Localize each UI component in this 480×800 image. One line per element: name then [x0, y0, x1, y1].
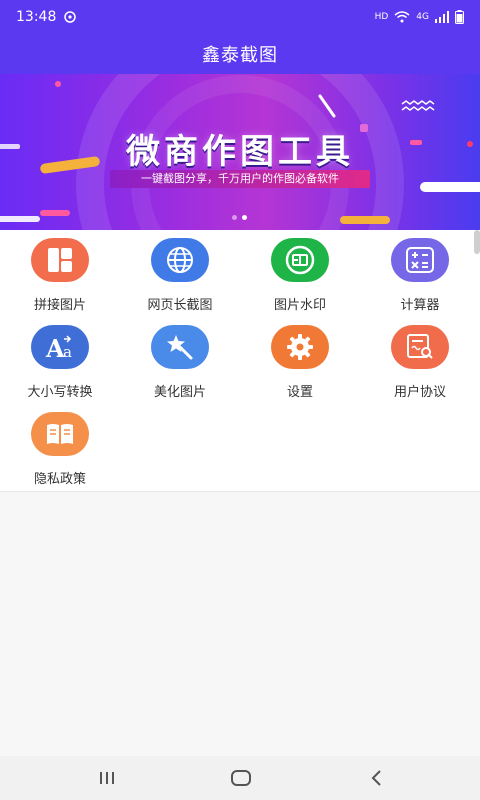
banner-dot [232, 215, 237, 220]
grid-label: 计算器 [400, 298, 440, 313]
back-icon [371, 770, 381, 786]
grid-item-settings[interactable]: 设置 [240, 317, 360, 403]
grid-item-beautify[interactable]: 美化图片 [120, 317, 240, 403]
status-bar: 13:48 HD 4G [0, 0, 480, 34]
home-button[interactable] [226, 766, 256, 790]
system-nav-bar [0, 756, 480, 800]
grid-label: 美化图片 [153, 385, 206, 400]
battery-icon [455, 10, 464, 24]
open-book-icon [31, 412, 89, 456]
grid-label: 用户协议 [393, 385, 446, 400]
calculator-icon [391, 238, 449, 282]
hd-badge: HD [374, 12, 389, 22]
back-button[interactable] [362, 766, 392, 790]
sync-icon [64, 11, 77, 23]
banner-dot-active [242, 215, 247, 220]
signal-icon [435, 11, 449, 23]
home-icon [231, 770, 251, 786]
gear-icon [271, 325, 329, 369]
watermark-badge-icon [271, 238, 329, 282]
grid-item-privacy-policy[interactable]: 隐私政策 [0, 404, 120, 490]
grid-label: 设置 [286, 385, 313, 400]
grid-item-user-agreement[interactable]: 用户协议 [360, 317, 480, 403]
puzzle-grid-icon [31, 238, 89, 282]
recents-icon [100, 772, 114, 784]
wifi-icon [394, 11, 410, 23]
grid-label: 网页长截图 [147, 298, 213, 313]
grid-item-stitch[interactable]: 拼接图片 [0, 230, 120, 316]
recents-button[interactable] [92, 766, 122, 790]
globe-icon [151, 238, 209, 282]
app-header: 鑫泰截图 [0, 34, 480, 74]
status-time: 13:48 [16, 9, 57, 25]
grid-label: 拼接图片 [33, 298, 86, 313]
page-title: 鑫泰截图 [202, 45, 278, 66]
grid-item-watermark[interactable]: 图片水印 [240, 230, 360, 316]
banner-carousel[interactable]: 微商作图工具 一键截图分享，千万用户的作图必备软件 [0, 74, 480, 230]
grid-label: 隐私政策 [33, 472, 86, 487]
document-search-icon [391, 325, 449, 369]
banner-subtitle: 一键截图分享，千万用户的作图必备软件 [110, 170, 370, 188]
case-convert-icon: Aa [31, 325, 89, 369]
banner-title: 微商作图工具 [126, 132, 354, 172]
grid-item-calculator[interactable]: 计算器 [360, 230, 480, 316]
svg-text:A: A [45, 334, 65, 361]
status-icons: HD 4G [375, 10, 464, 24]
grid-label: 图片水印 [273, 298, 326, 313]
banner-pagination [232, 215, 247, 220]
grid-item-web-screenshot[interactable]: 网页长截图 [120, 230, 240, 316]
grid-item-case-convert[interactable]: Aa 大小写转换 [0, 317, 120, 403]
feature-grid: 拼接图片 网页长截图 图片水印 计算器 Aa 大小写转换 美化图片 设置 用户协… [0, 230, 480, 492]
network-type: 4G [416, 12, 429, 22]
magic-wand-icon [151, 325, 209, 369]
svg-text:a: a [63, 343, 72, 361]
grid-label: 大小写转换 [27, 385, 93, 400]
